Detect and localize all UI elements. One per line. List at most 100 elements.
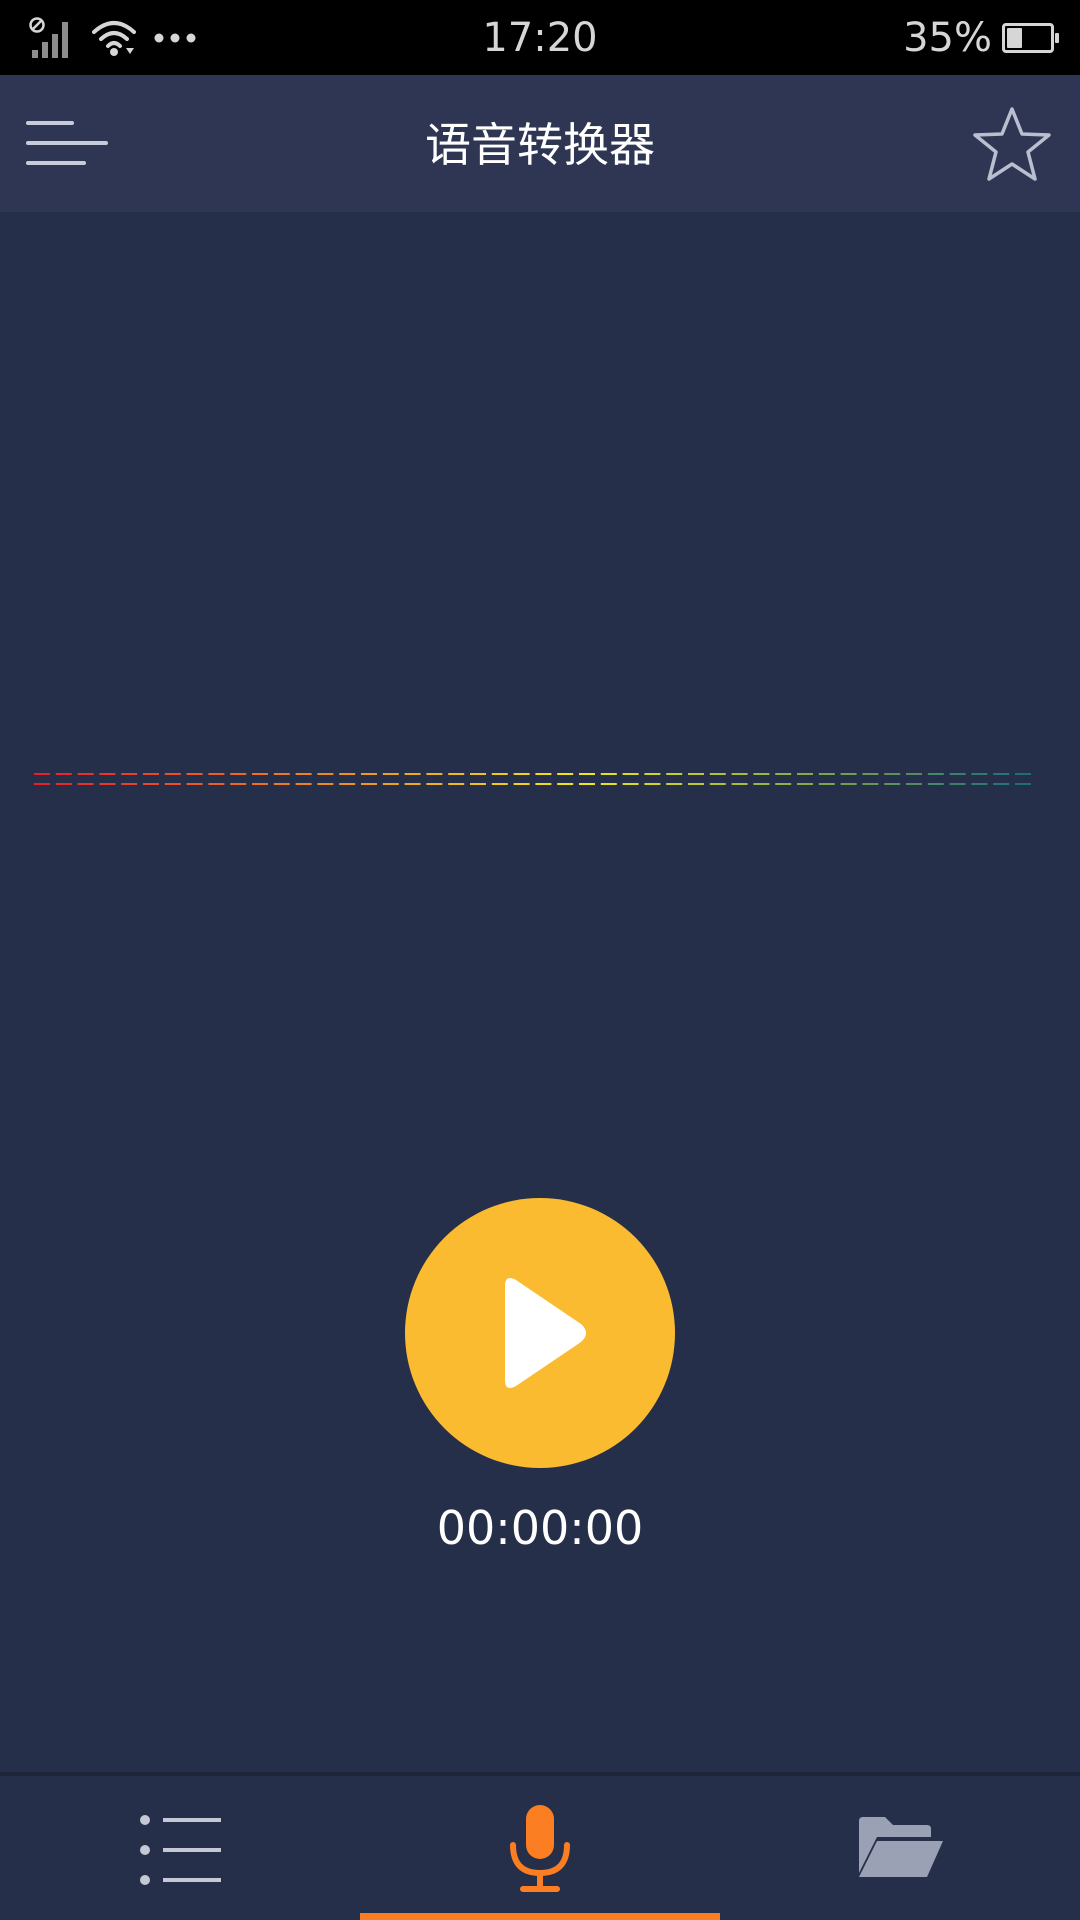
favorite-button[interactable] <box>972 105 1052 185</box>
level-segment <box>927 773 944 775</box>
level-segment <box>535 783 552 785</box>
level-segment <box>622 773 639 775</box>
level-segment <box>862 783 879 785</box>
level-segment <box>121 773 138 775</box>
microphone-icon <box>510 1805 570 1892</box>
level-segment <box>273 773 290 775</box>
level-segment <box>818 783 835 785</box>
level-segment <box>644 773 661 775</box>
level-segment <box>731 783 748 785</box>
level-segment <box>426 783 443 785</box>
level-segment <box>513 773 530 775</box>
level-segment <box>77 783 94 785</box>
play-button[interactable] <box>405 1198 675 1468</box>
level-segment <box>840 773 857 775</box>
level-segment <box>317 773 334 775</box>
level-segment <box>666 773 683 775</box>
level-segment <box>971 783 988 785</box>
level-segment <box>666 783 683 785</box>
nav-item-record[interactable] <box>360 1776 720 1920</box>
level-segment <box>688 773 704 775</box>
level-segment <box>164 783 181 785</box>
level-segment <box>993 773 1010 775</box>
level-segment <box>230 773 247 775</box>
level-segment <box>906 783 922 785</box>
status-bar: 17:20 35% <box>0 0 1080 75</box>
level-segment <box>884 783 901 785</box>
level-segment <box>143 773 159 775</box>
level-segment <box>688 783 704 785</box>
level-segment <box>818 773 835 775</box>
elapsed-time: 00:00:00 <box>436 1501 644 1555</box>
level-segment <box>949 783 966 785</box>
level-segment <box>55 783 72 785</box>
level-segment <box>884 773 901 775</box>
level-segment <box>579 783 595 785</box>
app-bar: 语音转换器 <box>0 75 1080 212</box>
level-segment <box>295 783 312 785</box>
level-segment <box>753 783 770 785</box>
star-icon <box>973 107 1051 181</box>
level-segment <box>273 783 290 785</box>
level-segment <box>600 773 617 775</box>
level-segment <box>34 773 50 775</box>
level-segment <box>731 773 748 775</box>
level-segment <box>862 773 879 775</box>
level-segment <box>644 783 661 785</box>
bottom-navigation <box>0 1776 1080 1920</box>
level-segment <box>709 783 726 785</box>
audio-level-meter <box>34 773 1031 785</box>
status-right: 35% <box>903 14 1059 62</box>
level-segment <box>448 773 465 775</box>
level-segment <box>753 773 770 775</box>
level-segment <box>600 783 617 785</box>
level-segment <box>797 783 813 785</box>
play-icon <box>505 1278 586 1388</box>
level-segment <box>557 773 574 775</box>
level-segment <box>927 783 944 785</box>
battery-icon <box>1002 23 1059 53</box>
level-segment <box>55 773 72 775</box>
level-segment <box>579 773 595 775</box>
main-area: 00:00:00 <box>0 212 1080 1772</box>
level-segment <box>208 783 225 785</box>
level-segment <box>252 773 268 775</box>
level-segment <box>339 773 356 775</box>
level-segment <box>34 783 50 785</box>
level-segment <box>775 783 792 785</box>
level-segment <box>404 773 421 775</box>
list-icon <box>140 1815 221 1885</box>
level-segment <box>252 783 268 785</box>
level-segment <box>230 783 247 785</box>
level-segment <box>535 773 552 775</box>
nav-item-files[interactable] <box>720 1776 1080 1920</box>
level-segment <box>208 773 225 775</box>
level-segment <box>426 773 443 775</box>
level-segment <box>361 773 377 775</box>
level-segment <box>186 783 203 785</box>
level-segment <box>382 773 399 775</box>
level-segment <box>491 783 508 785</box>
level-segment <box>622 783 639 785</box>
level-segment <box>513 783 530 785</box>
level-segment <box>143 783 159 785</box>
level-segment <box>164 773 181 775</box>
battery-percent: 35% <box>903 15 992 61</box>
level-segment <box>470 773 486 775</box>
level-segment <box>1015 783 1031 785</box>
level-segment <box>99 773 116 775</box>
level-segment <box>906 773 922 775</box>
level-segment <box>361 783 377 785</box>
level-segment <box>382 783 399 785</box>
page-title: 语音转换器 <box>425 118 655 172</box>
level-segment <box>949 773 966 775</box>
level-segment <box>491 773 508 775</box>
nav-item-list[interactable] <box>0 1776 360 1920</box>
folder-icon <box>859 1817 943 1877</box>
level-segment <box>404 783 421 785</box>
level-segment <box>470 783 486 785</box>
level-segment <box>775 773 792 775</box>
level-segment <box>557 783 574 785</box>
level-segment <box>317 783 334 785</box>
level-segment <box>77 773 94 775</box>
